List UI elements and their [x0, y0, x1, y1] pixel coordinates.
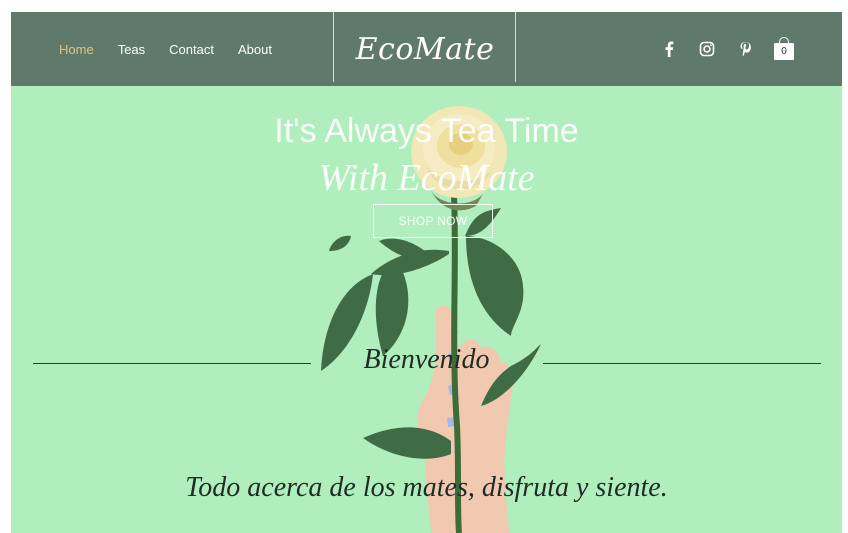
- nav-about[interactable]: About: [238, 42, 272, 57]
- social-bar: 0: [660, 12, 794, 86]
- site-header: Home Teas Contact About EcoMate 0: [11, 12, 842, 86]
- pinterest-icon[interactable]: [736, 40, 754, 58]
- hero-title: It's Always Tea Time: [274, 112, 579, 150]
- cart-count: 0: [781, 46, 787, 57]
- instagram-icon[interactable]: [698, 40, 716, 58]
- hero-section: It's Always Tea Time With EcoMate SHOP N…: [11, 86, 842, 533]
- page-frame: Home Teas Contact About EcoMate 0 It's A…: [11, 12, 842, 533]
- rose-hand-image: [321, 106, 541, 533]
- cart-icon[interactable]: 0: [774, 37, 794, 61]
- logo-divider-right: [515, 12, 516, 82]
- hero-tagline: Todo acerca de los mates, disfruta y sie…: [185, 472, 668, 503]
- welcome-divider-right: [543, 363, 821, 364]
- nav-contact[interactable]: Contact: [169, 42, 214, 57]
- main-nav: Home Teas Contact About: [59, 12, 296, 86]
- shop-now-button[interactable]: SHOP NOW: [373, 204, 493, 238]
- site-logo[interactable]: EcoMate: [334, 12, 516, 86]
- nav-home[interactable]: Home: [59, 42, 94, 57]
- hero-subtitle: With EcoMate: [318, 157, 535, 199]
- welcome-heading: Bienvenido: [363, 344, 490, 375]
- nav-teas[interactable]: Teas: [118, 42, 145, 57]
- facebook-icon[interactable]: [660, 40, 678, 58]
